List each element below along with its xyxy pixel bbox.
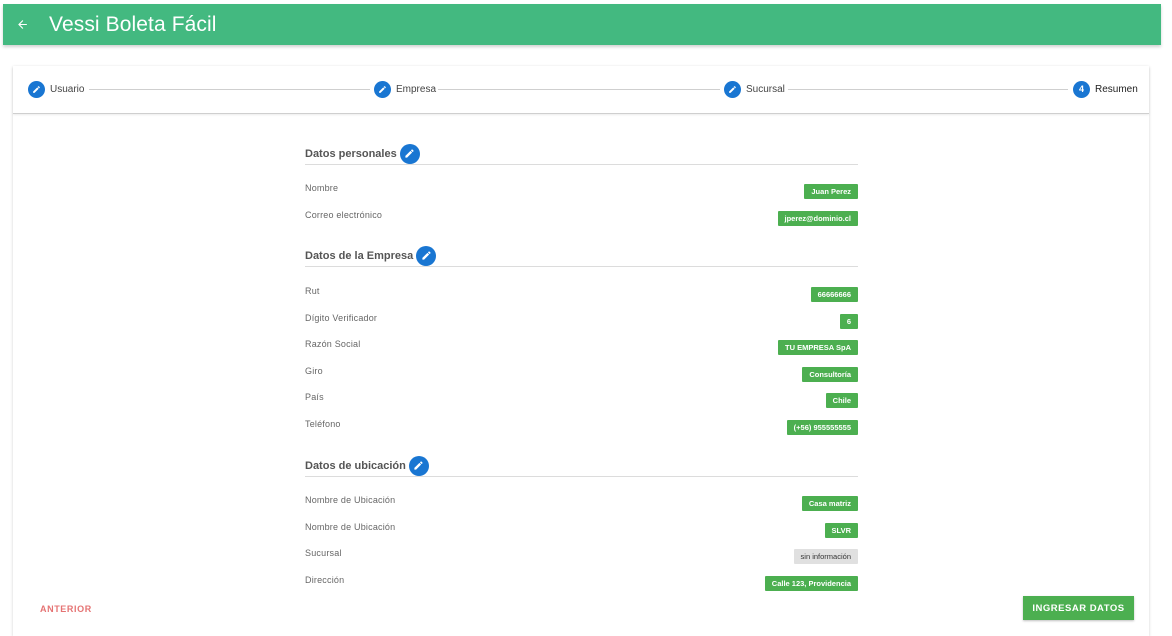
summary-row: Teléfono (+56) 955555555 — [305, 418, 858, 436]
field-label: Razón Social — [305, 339, 361, 349]
previous-button[interactable]: ANTERIOR — [40, 604, 92, 614]
edit-icon — [422, 251, 431, 260]
summary-row: Sucursal sin información — [305, 547, 858, 565]
step-connector — [788, 89, 1068, 90]
step-resumen[interactable]: 4 Resumen — [1073, 80, 1138, 98]
edit-icon — [28, 80, 45, 98]
step-number: 4 — [1073, 80, 1090, 98]
field-value: TU EMPRESA SpA — [778, 340, 858, 355]
summary-row: Rut 66666666 — [305, 285, 858, 303]
field-value: Chile — [825, 393, 858, 408]
step-sucursal[interactable]: Sucursal — [724, 80, 785, 98]
stepper: Usuario Empresa Sucursal 4 Resumen — [13, 66, 1149, 114]
summary-row: Correo electrónico jperez@dominio.cl — [305, 209, 858, 227]
edit-personal-button[interactable] — [399, 143, 420, 164]
back-arrow-icon[interactable] — [5, 4, 39, 45]
field-value: SLVR — [824, 523, 858, 538]
field-value: jperez@dominio.cl — [777, 211, 858, 226]
section-title: Datos personales — [305, 147, 397, 160]
step-connector — [438, 89, 720, 90]
field-value: 66666666 — [810, 287, 858, 302]
summary-row: Dirección Calle 123, Providencia — [305, 574, 858, 592]
section-personal: Datos personales — [305, 143, 858, 165]
field-label: Dirección — [305, 575, 345, 585]
section-empresa: Datos de la Empresa — [305, 245, 858, 267]
edit-icon — [405, 149, 414, 158]
step-connector — [89, 89, 370, 90]
field-label: Rut — [305, 286, 320, 296]
summary-row: Nombre Juan Perez — [305, 182, 858, 200]
summary-row: Dígito Verificador 6 — [305, 312, 858, 330]
app-title: Vessi Boleta Fácil — [49, 12, 217, 36]
field-label: Nombre — [305, 183, 339, 193]
step-empresa[interactable]: Empresa — [374, 80, 436, 98]
field-label: Giro — [305, 366, 323, 376]
step-usuario[interactable]: Usuario — [28, 80, 84, 98]
edit-empresa-button[interactable] — [416, 245, 437, 266]
summary-row: País Chile — [305, 391, 858, 409]
field-value: Consultoría — [802, 367, 858, 382]
field-value: 6 — [839, 314, 858, 329]
field-value: Juan Perez — [804, 184, 858, 199]
submit-button[interactable]: INGRESAR DATOS — [1023, 596, 1134, 620]
section-ubicacion: Datos de ubicación — [305, 455, 858, 477]
app-bar: Vessi Boleta Fácil — [3, 4, 1161, 45]
summary-row: Nombre de Ubicación Casa matriz — [305, 494, 858, 512]
field-label: Teléfono — [305, 419, 341, 429]
field-value: (+56) 955555555 — [786, 420, 858, 435]
edit-ubicacion-button[interactable] — [408, 455, 429, 476]
field-label: Correo electrónico — [305, 210, 383, 220]
step-label: Usuario — [50, 83, 85, 95]
field-label: Nombre de Ubicación — [305, 522, 396, 532]
edit-icon — [374, 80, 391, 98]
wizard-card: Usuario Empresa Sucursal 4 Resumen Datos… — [13, 66, 1149, 636]
field-label: País — [305, 392, 324, 402]
field-value: Calle 123, Providencia — [764, 576, 858, 591]
step-label: Empresa — [396, 83, 437, 95]
summary-row: Nombre de Ubicación SLVR — [305, 521, 858, 539]
step-label: Resumen — [1095, 83, 1138, 95]
field-value: sin información — [793, 549, 858, 564]
summary-row: Giro Consultoría — [305, 365, 858, 383]
edit-icon — [414, 461, 423, 470]
edit-icon — [724, 80, 741, 98]
field-label: Nombre de Ubicación — [305, 495, 396, 505]
field-label: Sucursal — [305, 548, 342, 558]
step-label: Sucursal — [746, 83, 785, 95]
summary-row: Razón Social TU EMPRESA SpA — [305, 338, 858, 356]
section-title: Datos de ubicación — [305, 459, 406, 472]
section-title: Datos de la Empresa — [305, 249, 414, 262]
field-value: Casa matriz — [801, 496, 858, 511]
field-label: Dígito Verificador — [305, 313, 378, 323]
